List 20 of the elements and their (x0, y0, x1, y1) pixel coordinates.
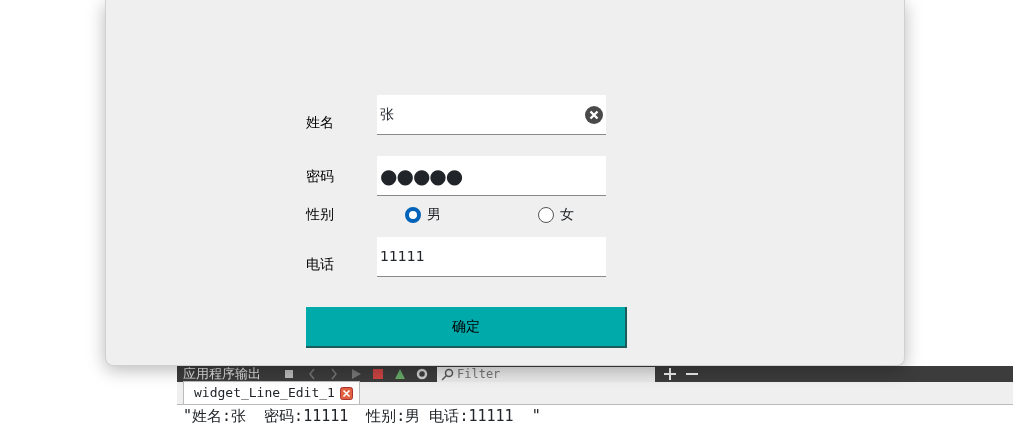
radio-button[interactable]: 男 (405, 204, 441, 225)
output-tab[interactable]: widget_Line_Edit_1 (183, 381, 360, 404)
radio-button[interactable]: 女 (538, 204, 574, 225)
field-label: 姓名 (306, 112, 335, 132)
pane-title: 应用程序输出 (183, 365, 261, 384)
field-label: 密码 (306, 166, 335, 186)
close-icon[interactable] (339, 386, 353, 400)
output-text: "姓名:张 密码:11111 性别:男 电话:11111 " (182, 406, 542, 427)
field-label: 电话 (306, 254, 335, 274)
confirm-button[interactable]: 确定 (306, 307, 627, 348)
input-field[interactable]: 张 (377, 95, 606, 135)
stop-icon[interactable] (371, 366, 385, 382)
input-field[interactable]: 11111 (377, 237, 606, 277)
plus-icon[interactable] (663, 366, 677, 382)
field-label: 性别 (306, 205, 335, 224)
play-icon[interactable] (349, 366, 363, 382)
filter-field[interactable]: Filter (437, 366, 655, 382)
tab-label: widget_Line_Edit_1 (194, 384, 335, 403)
input-field[interactable]: ●●●●● (377, 156, 606, 196)
clear-icon[interactable] (585, 105, 603, 124)
